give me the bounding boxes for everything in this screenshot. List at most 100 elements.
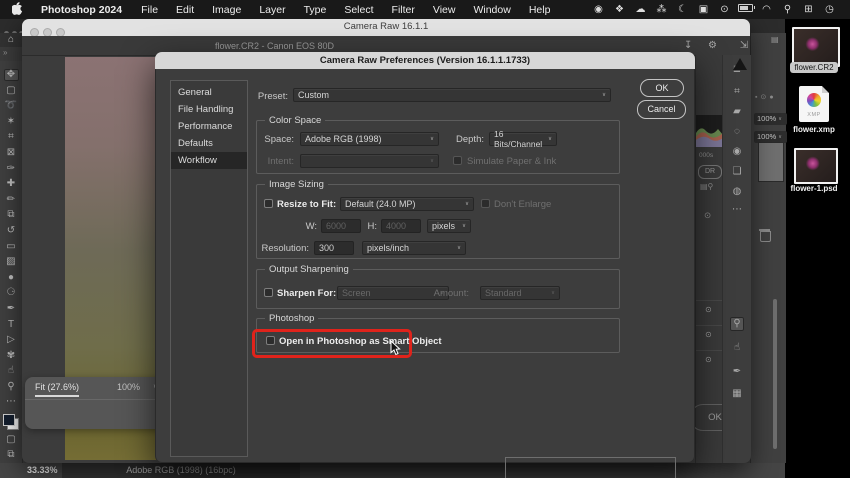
toolbar-collapse-chevrons[interactable]: » (3, 48, 7, 57)
dodge-tool-icon[interactable]: ⚆ (4, 287, 19, 299)
menu-image[interactable]: Image (203, 4, 250, 16)
clock-icon[interactable]: ◷ (819, 4, 840, 15)
presets-icon[interactable]: ❏ (723, 166, 751, 177)
move-tool-icon[interactable]: ✥ (3, 69, 19, 81)
resolution-unit-dropdown[interactable]: pixels/inch ∨ (362, 241, 466, 255)
panel-section-eye[interactable]: ⊙ (696, 300, 723, 325)
desktop-file-flower-xmp-label[interactable]: flower.xmp (786, 125, 842, 134)
panel-menu-icon[interactable]: ▤ (771, 35, 779, 44)
menu-layer[interactable]: Layer (250, 4, 294, 16)
eyedropper-tool-icon[interactable]: ✑ (4, 163, 19, 175)
screen-mode-icon[interactable]: ⧉ (4, 449, 19, 461)
save-image-icon[interactable]: ↧ (684, 40, 692, 51)
foreground-color-swatch[interactable] (3, 414, 15, 427)
desktop-file-flower-1-psd-thumbnail[interactable] (794, 148, 838, 184)
creative-cloud-icon[interactable]: ☁ (630, 4, 651, 15)
menu-edit[interactable]: Edit (167, 4, 203, 16)
blend-icon[interactable]: ◍ (723, 186, 751, 197)
zoom-tool-icon[interactable]: ⚲ (4, 381, 19, 393)
desktop-file-flower-cr2-label[interactable]: flower.CR2 (790, 62, 838, 73)
apple-menu[interactable] (0, 1, 31, 18)
sidebar-item-workflow[interactable]: Workflow (171, 152, 247, 169)
preset-dropdown[interactable]: Custom ∨ (293, 88, 611, 102)
desktop-file-flower-xmp-icon[interactable]: XMP (799, 86, 829, 122)
layer-thumbnail[interactable] (758, 142, 784, 182)
cancel-button[interactable]: Cancel (637, 100, 686, 119)
open-as-smart-object-checkbox[interactable] (266, 336, 275, 345)
gear-icon[interactable]: ⚙ (708, 40, 717, 51)
fullscreen-expand-icon[interactable]: ⇲ (730, 40, 758, 51)
play-icon[interactable]: ⊙ (714, 4, 735, 15)
control-center-icon[interactable]: ⊞ (798, 4, 819, 15)
blur-tool-icon[interactable]: ● (4, 272, 19, 284)
white-balance-eyedropper-icon[interactable]: ✒ (723, 366, 751, 377)
magic-wand-tool-icon[interactable]: ✶ (4, 116, 19, 128)
more-icon[interactable]: ⋯ (723, 204, 751, 215)
brush-tool-icon[interactable]: ✏ (4, 194, 19, 206)
eye-icon[interactable]: ⊙ (704, 210, 711, 221)
menu-type[interactable]: Type (295, 4, 336, 16)
moon-icon[interactable]: ☾ (672, 4, 693, 15)
display-icon[interactable]: ▣ (693, 4, 714, 15)
red-eye-icon[interactable]: ◉ (723, 146, 751, 157)
menu-view[interactable]: View (424, 4, 465, 16)
custom-shape-tool-icon[interactable]: ✾ (4, 350, 19, 362)
wifi-icon[interactable]: ◠ (756, 4, 777, 15)
history-brush-tool-icon[interactable]: ↺ (4, 225, 19, 237)
dropbox-icon[interactable]: ❖ (609, 4, 630, 15)
resize-to-fit-checkbox[interactable] (264, 199, 273, 208)
hand-tool-icon[interactable]: ☝ (4, 365, 19, 377)
spotlight-icon[interactable]: ⚲ (777, 4, 798, 15)
panel-section-eye[interactable]: ⊙ (696, 325, 723, 350)
pen-tool-icon[interactable]: ✒ (4, 303, 19, 315)
menu-select[interactable]: Select (335, 4, 382, 16)
home-screen-button[interactable]: ⌂ (0, 33, 22, 47)
color-profile-status[interactable]: Adobe RGB (1998) (16bpc) (62, 463, 300, 478)
menu-window[interactable]: Window (464, 4, 519, 16)
marquee-tool-icon[interactable]: ▢ (4, 85, 19, 97)
zoom-tool-icon[interactable]: ⚲ (730, 317, 744, 331)
sidebar-item-file-handling[interactable]: File Handling (171, 101, 247, 118)
masking-icon[interactable]: ◌ (723, 126, 751, 137)
menu-filter[interactable]: Filter (383, 4, 424, 16)
sidebar-item-defaults[interactable]: Defaults (171, 135, 247, 152)
lasso-tool-icon[interactable]: ➰ (4, 100, 19, 112)
battery-icon[interactable] (735, 4, 756, 15)
zoom-fit-tab[interactable]: Fit (27.6%) (35, 382, 80, 397)
menu-help[interactable]: Help (520, 4, 560, 16)
eraser-tool-icon[interactable]: ▭ (4, 241, 19, 253)
size-unit-dropdown[interactable]: pixels ∨ (427, 219, 471, 233)
frame-tool-icon[interactable]: ⊠ (4, 147, 19, 159)
grid-overlay-icon[interactable]: ▦ (723, 388, 751, 399)
hdr-button-sliver[interactable]: DR (698, 165, 722, 179)
resize-preset-dropdown[interactable]: Default (24.0 MP) ∨ (340, 197, 474, 211)
crop-icon[interactable]: ⌗ (723, 86, 751, 97)
ok-button[interactable]: OK (640, 79, 684, 97)
space-dropdown[interactable]: Adobe RGB (1998) ∨ (300, 132, 439, 146)
clone-stamp-tool-icon[interactable]: ⧉ (4, 209, 19, 221)
delete-layer-icon[interactable] (759, 229, 771, 242)
quick-mask-icon[interactable]: ▢ (4, 434, 19, 446)
panel-section-eye[interactable]: ⊙ (696, 350, 723, 375)
color-swatches[interactable] (3, 414, 19, 431)
zoom-level-field[interactable]: 33.33% (27, 465, 58, 475)
healing-icon[interactable]: ▰ (723, 106, 751, 117)
healing-brush-tool-icon[interactable]: ✚ (4, 178, 19, 190)
sharpen-for-checkbox[interactable] (264, 288, 273, 297)
zoom-100-tab[interactable]: 100% (117, 382, 140, 392)
sidebar-item-performance[interactable]: Performance (171, 118, 247, 135)
desktop-file-flower-cr2-thumbnail[interactable] (792, 27, 840, 67)
more-tools-icon[interactable]: ⋯ (4, 396, 19, 408)
menu-file[interactable]: File (132, 4, 167, 16)
record-icon[interactable]: ◉ (588, 4, 609, 15)
panel-scrollbar[interactable] (773, 299, 777, 449)
path-select-tool-icon[interactable]: ▷ (4, 334, 19, 346)
hand-tool-icon[interactable]: ☝ (723, 342, 751, 353)
app-menu[interactable]: Photoshop 2024 (31, 4, 132, 16)
desktop-file-flower-1-psd-label[interactable]: flower-1.psd (784, 184, 844, 193)
gradient-tool-icon[interactable]: ▨ (4, 256, 19, 268)
sparkle-icon[interactable]: ⁂ (651, 4, 672, 15)
crop-tool-icon[interactable]: ⌗ (4, 131, 19, 143)
opacity-dropdown[interactable]: 100% ∨ (754, 113, 787, 125)
resolution-field[interactable]: 300 (314, 241, 354, 255)
